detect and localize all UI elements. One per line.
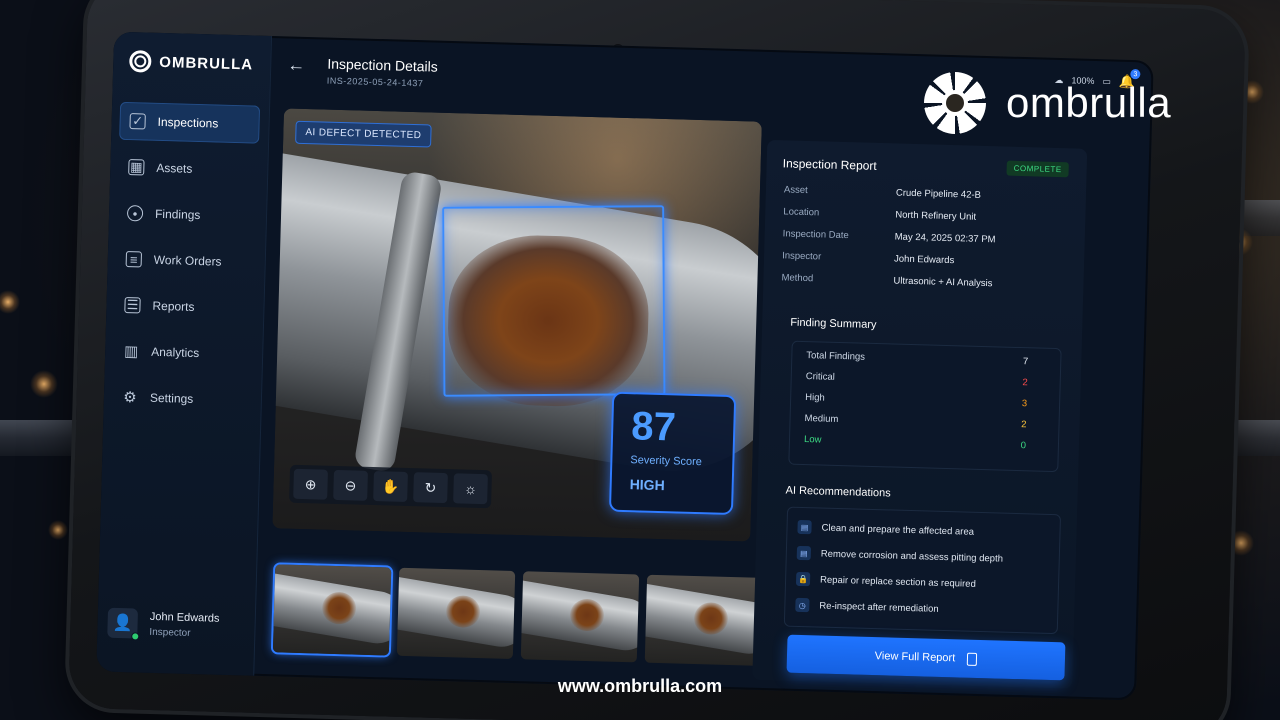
status-badge: COMPLETE — [1006, 160, 1069, 178]
brand-name: ombrulla — [1006, 79, 1172, 126]
field-value: Ultrasonic + AI Analysis — [893, 275, 993, 290]
brightness-icon[interactable]: ☼ — [453, 473, 488, 505]
recommendation-text: Clean and prepare the affected area — [821, 522, 975, 538]
field-value: John Edwards — [893, 253, 955, 267]
sidebar-item-label: Reports — [152, 298, 195, 314]
work-orders-icon: ≡ — [125, 251, 143, 268]
zoom-out-icon[interactable]: ⊖ — [333, 469, 368, 501]
report-fields: Asset Crude Pipeline 42-B Location North… — [781, 184, 1074, 302]
sidebar-item-label: Assets — [156, 160, 193, 176]
thumbnail-2[interactable] — [396, 567, 516, 659]
user-profile[interactable]: 👤 John Edwards Inspector — [107, 607, 220, 641]
document-icon — [967, 652, 978, 666]
sidebar-item-settings[interactable]: ⚙ Settings — [111, 378, 252, 420]
finding-value: 0 — [1020, 440, 1027, 452]
inspection-id: INS-2025-05-24-1437 — [326, 75, 424, 89]
gear-icon: ⚙ — [122, 389, 137, 407]
thumbnail-4[interactable] — [644, 574, 764, 666]
finding-label: Total Findings — [806, 350, 866, 363]
thumbnail-strip — [272, 564, 764, 666]
ai-recommendations: ▤ Clean and prepare the affected area ▤ … — [783, 506, 1062, 635]
severity-card: 87 Severity Score HIGH — [608, 391, 737, 516]
finding-label: Critical — [805, 371, 835, 383]
avatar: 👤 — [107, 607, 140, 641]
sidebar-item-label: Inspections — [157, 114, 219, 131]
finding-summary-title: Finding Summary — [790, 316, 877, 332]
sidebar-item-assets[interactable]: ▦ Assets — [118, 148, 259, 190]
view-full-report-button[interactable]: View Full Report — [786, 634, 1066, 681]
report-title: Inspection Report — [782, 156, 877, 173]
sidebar-item-inspections[interactable]: ✓ Inspections — [119, 101, 261, 144]
defect-bounding-box — [442, 205, 666, 397]
user-icon: 👤 — [112, 614, 133, 633]
recommendation-text: Repair or replace section as required — [819, 574, 976, 590]
ai-defect-tag: AI DEFECT DETECTED — [295, 120, 432, 148]
sidebar-item-reports[interactable]: ☰ Reports — [114, 286, 255, 328]
clean-icon: ▤ — [797, 519, 812, 535]
zoom-in-icon[interactable]: ⊕ — [293, 468, 328, 500]
logo-text: OMBRULLA — [159, 53, 254, 73]
sidebar-item-label: Work Orders — [153, 252, 222, 269]
logo-icon — [129, 50, 152, 73]
field-value: Crude Pipeline 42-B — [895, 187, 982, 201]
thumbnail-1[interactable] — [272, 564, 392, 656]
finding-summary: Total Findings 7 Critical 2 High 3 Mediu… — [788, 340, 1062, 473]
sidebar-item-analytics[interactable]: ▥ Analytics — [113, 332, 254, 374]
sidebar-item-label: Settings — [149, 390, 194, 406]
user-name: John Edwards — [149, 610, 220, 625]
field-key: Method — [781, 272, 814, 285]
brand-overlay: ombrulla — [924, 72, 1171, 134]
finding-label: High — [805, 392, 825, 404]
sidebar-item-findings[interactable]: • Findings — [117, 194, 258, 236]
finding-value: 2 — [1021, 419, 1027, 431]
recommendation-text: Re-inspect after remediation — [819, 600, 939, 615]
rotate-icon[interactable]: ↻ — [413, 472, 448, 504]
finding-label: Medium — [804, 413, 839, 425]
findings-icon: • — [126, 205, 144, 222]
severity-score: 87 — [630, 404, 677, 450]
sidebar: OMBRULLA ✓ Inspections ▦ Assets • Findin… — [96, 31, 273, 676]
finding-value: 3 — [1021, 398, 1028, 410]
reinspect-icon: ◷ — [795, 597, 810, 613]
corrosion-icon: ▤ — [796, 545, 812, 561]
field-key: Location — [783, 206, 820, 219]
finding-value: 2 — [1022, 377, 1028, 389]
button-label: View Full Report — [874, 650, 956, 665]
finding-label: Low — [803, 434, 822, 446]
inspections-icon: ✓ — [129, 113, 146, 130]
reports-icon: ☰ — [124, 297, 141, 314]
field-key: Inspector — [781, 250, 822, 263]
inspection-report-panel: Inspection Report COMPLETE Asset Crude P… — [752, 139, 1088, 689]
sidebar-item-label: Findings — [154, 206, 201, 223]
app-logo: OMBRULLA — [129, 50, 253, 75]
back-arrow-icon[interactable]: ← — [287, 54, 306, 75]
field-key: Asset — [783, 184, 808, 197]
page-title: Inspection Details — [327, 55, 439, 75]
sidebar-item-label: Analytics — [151, 344, 200, 361]
field-value: North Refinery Unit — [895, 209, 977, 223]
website-url[interactable]: www.ombrulla.com — [0, 676, 1280, 697]
thumbnail-3[interactable] — [520, 571, 640, 663]
severity-label: Severity Score — [630, 454, 703, 469]
severity-level: HIGH — [629, 476, 665, 494]
field-value: May 24, 2025 02:37 PM — [894, 231, 996, 246]
repair-icon: 🔒 — [795, 571, 811, 587]
sidebar-nav: ✓ Inspections ▦ Assets • Findings ≡ Work… — [111, 101, 261, 428]
image-toolbar: ⊕ ⊖ ✋ ↻ ☼ — [289, 464, 493, 509]
assets-icon: ▦ — [128, 159, 145, 176]
analytics-icon: ▥ — [123, 343, 139, 361]
finding-value: 7 — [1022, 356, 1029, 368]
ombrulla-logo-icon — [924, 72, 986, 134]
ai-recommendations-title: AI Recommendations — [785, 484, 891, 500]
recommendation-text: Remove corrosion and assess pitting dept… — [820, 548, 1004, 565]
field-key: Inspection Date — [782, 228, 849, 242]
pan-hand-icon[interactable]: ✋ — [373, 471, 408, 502]
user-role: Inspector — [149, 626, 191, 639]
inspection-image-viewer[interactable]: AI DEFECT DETECTED 87 Severity Score HIG… — [272, 108, 762, 542]
online-status-icon — [131, 632, 140, 641]
sidebar-item-work-orders[interactable]: ≡ Work Orders — [115, 240, 256, 282]
